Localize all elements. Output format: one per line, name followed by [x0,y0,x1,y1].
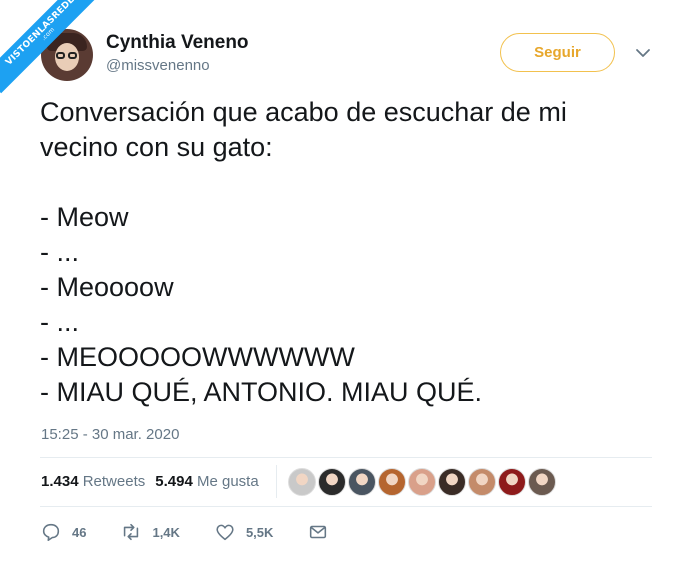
retweets-label: Retweets [82,473,146,490]
tweet-line [40,165,670,200]
liker-avatar[interactable] [348,468,376,496]
stats-separator [276,465,277,498]
likes-count: 5.494 [155,473,193,490]
retweet-button[interactable]: 1,4K [120,521,180,543]
reply-button[interactable]: 46 [40,521,86,543]
follow-button[interactable]: Seguir [500,33,615,72]
chevron-down-icon[interactable] [634,44,652,62]
retweets-count: 1.434 [41,473,79,490]
tweet-line: - Meoooow [40,272,174,302]
heart-icon [216,524,234,541]
tweet-stats: 1.434 Retweets 5.494 Me gusta [41,473,259,490]
tweet-card: Cynthia Veneno @missvenenno Seguir Conve… [0,0,700,570]
retweets-stat[interactable]: 1.434 Retweets [41,473,145,490]
tweet-timestamp[interactable]: 15:25 - 30 mar. 2020 [41,426,179,443]
like-count: 5,5K [245,524,274,540]
tweet-line: - ... [40,237,79,267]
like-button[interactable]: 5,5K [214,521,273,543]
reply-count: 46 [72,524,87,540]
likes-stat[interactable]: 5.494 Me gusta [155,473,258,490]
message-button[interactable] [307,521,329,543]
avatar-glasses-right [68,52,77,59]
tweet-line: - Meow [40,202,129,232]
liker-avatar[interactable] [408,468,436,496]
user-handle[interactable]: @missvenenno [106,57,210,74]
tweet-actions: 46 1,4K 5,5K [40,519,363,545]
retweet-count: 1,4K [152,524,180,540]
liker-avatar[interactable] [438,468,466,496]
liker-avatar[interactable] [288,468,316,496]
tweet-text: Conversación que acabo de escuchar de mi… [40,95,670,410]
retweet-icon [124,523,139,541]
tweet-line: - MEOOOOOWWWWWW [40,342,355,372]
tweet-line: - MIAU QUÉ, ANTONIO. MIAU QUÉ. [40,377,483,407]
divider [40,506,652,507]
likers-avatars [288,468,556,496]
reply-icon [42,523,60,542]
divider [40,457,652,458]
liker-avatar[interactable] [318,468,346,496]
tweet-line: Conversación que acabo de escuchar de mi [40,97,567,127]
mail-icon [310,525,327,539]
tweet-line: - ... [40,307,79,337]
liker-avatar[interactable] [468,468,496,496]
liker-avatar[interactable] [498,468,526,496]
user-name[interactable]: Cynthia Veneno [106,32,249,54]
tweet-line: vecino con su gato: [40,132,273,162]
likes-label: Me gusta [196,473,259,490]
liker-avatar[interactable] [378,468,406,496]
avatar-glasses-left [56,52,65,59]
liker-avatar[interactable] [528,468,556,496]
